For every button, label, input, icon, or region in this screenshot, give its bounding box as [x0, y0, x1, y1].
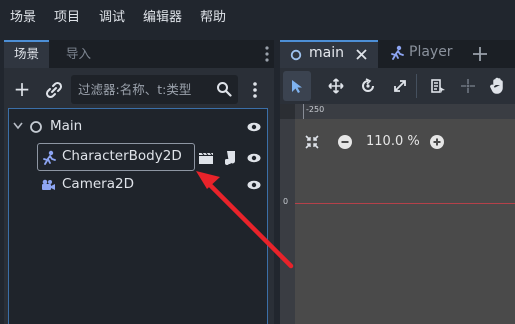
- tree-item-characterbody2d[interactable]: CharacterBody2D: [9, 143, 267, 173]
- search-icon: [217, 82, 232, 97]
- tree-item-camera2d[interactable]: Camera2D: [9, 173, 267, 197]
- tab-player-label: Player: [409, 44, 453, 60]
- camera-icon: [42, 179, 55, 190]
- open-script-clapper-icon[interactable]: [198, 151, 214, 165]
- pivot-mode-icon[interactable]: [460, 78, 476, 94]
- zoom-level[interactable]: 110.0 %: [366, 134, 420, 149]
- zoom-in-icon[interactable]: [429, 134, 445, 150]
- editor-tabs: main Player: [280, 40, 515, 68]
- tab-scene[interactable]: 场景: [4, 40, 50, 68]
- pan-hand-icon[interactable]: [490, 77, 506, 95]
- visibility-eye-icon[interactable]: [247, 180, 261, 190]
- close-icon[interactable]: [356, 49, 367, 60]
- node-circle-icon: [30, 121, 42, 133]
- ruler-label: -250: [306, 105, 325, 114]
- zoom-controls: 110.0 %: [304, 130, 454, 154]
- tree-item-label: Camera2D: [62, 176, 134, 192]
- visibility-eye-icon[interactable]: [247, 122, 261, 132]
- filter-input[interactable]: [78, 80, 212, 99]
- ruler-corner: [280, 104, 295, 119]
- scene-dock-tabs: 场景 导入: [4, 40, 274, 68]
- toolbar-divider: [416, 74, 417, 98]
- tab-main-label: main: [309, 45, 344, 61]
- tree-item-main[interactable]: Main: [9, 115, 267, 139]
- ruler-label: 0: [283, 197, 289, 206]
- scene-tree: Main CharacterBody2D Camera2D: [8, 108, 268, 324]
- selected-node-box: CharacterBody2D: [37, 143, 195, 171]
- tab-main[interactable]: main: [280, 40, 378, 68]
- character-body-icon: [43, 150, 56, 165]
- dock-menu-icon[interactable]: [264, 45, 270, 63]
- zoom-out-icon[interactable]: [337, 134, 353, 150]
- center-view-icon[interactable]: [304, 134, 320, 150]
- menu-debug[interactable]: 调试: [99, 6, 125, 25]
- instance-scene-icon[interactable]: [44, 80, 64, 100]
- scale-mode-icon[interactable]: [392, 78, 408, 94]
- list-select-icon[interactable]: [430, 78, 446, 94]
- menu-project[interactable]: 项目: [54, 6, 80, 25]
- tree-item-label: Main: [50, 118, 83, 134]
- node-circle-icon: [290, 49, 302, 61]
- ruler-vertical: 0: [280, 104, 295, 324]
- ruler-horizontal: -250: [295, 104, 515, 119]
- chevron-down-icon[interactable]: [13, 122, 23, 130]
- canvas-toolbar: [280, 68, 515, 104]
- menu-help[interactable]: 帮助: [200, 6, 226, 25]
- tab-import[interactable]: 导入: [56, 40, 101, 68]
- more-options-icon[interactable]: [250, 80, 260, 100]
- add-tab-icon[interactable]: [473, 47, 487, 61]
- ruler-tick: [303, 104, 304, 119]
- script-icon[interactable]: [223, 150, 237, 165]
- move-mode-icon[interactable]: [328, 78, 344, 94]
- menu-bar: 场景 项目 调试 编辑器 帮助: [0, 0, 515, 30]
- select-mode-button[interactable]: [283, 71, 311, 101]
- tab-player[interactable]: Player: [378, 40, 466, 68]
- pointer-icon: [292, 80, 302, 93]
- rotate-mode-icon[interactable]: [360, 78, 376, 94]
- x-axis-line: [295, 203, 515, 204]
- visibility-eye-icon[interactable]: [247, 153, 261, 163]
- tree-item-label: CharacterBody2D: [62, 148, 182, 164]
- filter-field[interactable]: [71, 75, 238, 104]
- character-body-icon: [391, 45, 404, 60]
- add-node-icon[interactable]: +: [12, 79, 32, 100]
- menu-scene[interactable]: 场景: [10, 6, 36, 25]
- menu-editor[interactable]: 编辑器: [143, 6, 182, 25]
